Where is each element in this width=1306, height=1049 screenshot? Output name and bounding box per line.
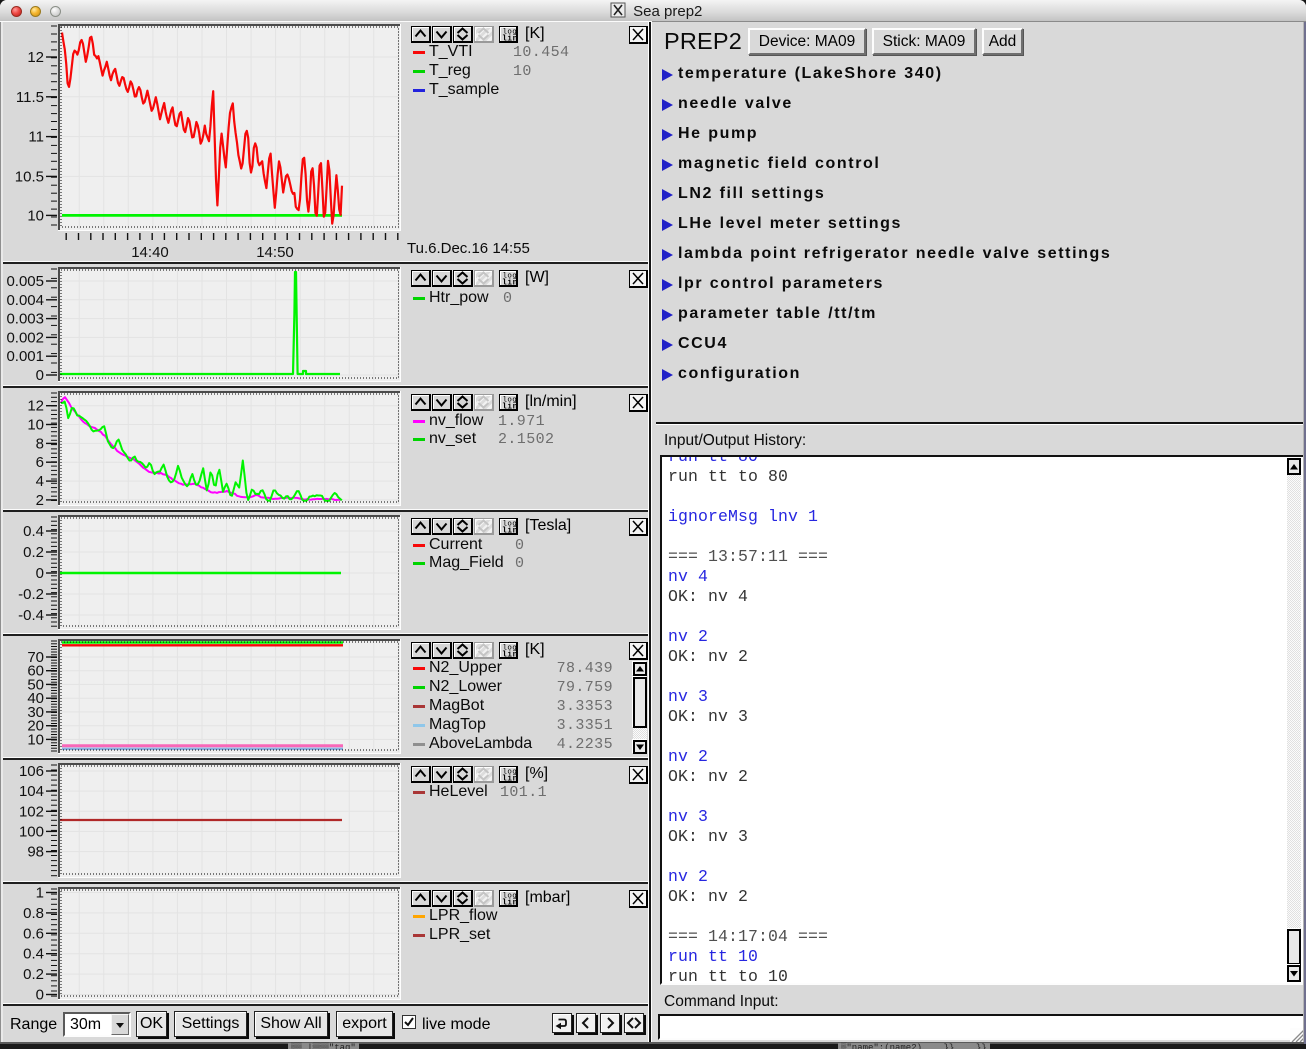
svg-text:14:40: 14:40: [131, 244, 169, 261]
svg-text:0: 0: [36, 367, 44, 384]
svg-text:10.5: 10.5: [15, 168, 44, 185]
svg-text:8: 8: [36, 435, 44, 452]
svg-text:-0.2: -0.2: [18, 586, 44, 603]
svg-text:0.4: 0.4: [23, 523, 44, 540]
svg-text:0: 0: [36, 565, 44, 582]
svg-text:0.005: 0.005: [6, 273, 44, 290]
svg-text:0.003: 0.003: [6, 311, 44, 328]
svg-text:-0.4: -0.4: [18, 607, 44, 624]
svg-text:10: 10: [27, 417, 44, 434]
svg-text:98: 98: [27, 844, 44, 861]
svg-text:0.001: 0.001: [6, 348, 44, 365]
svg-text:10: 10: [27, 731, 44, 748]
svg-text:11.5: 11.5: [16, 89, 44, 106]
svg-text:lin: lin: [502, 527, 517, 534]
svg-text:1: 1: [36, 885, 44, 902]
svg-text:102: 102: [19, 803, 44, 820]
svg-text:0.2: 0.2: [23, 966, 44, 983]
svg-text:12: 12: [27, 398, 44, 415]
svg-text:0.6: 0.6: [23, 925, 44, 942]
svg-text:0.4: 0.4: [23, 946, 44, 963]
svg-text:2: 2: [36, 492, 44, 509]
svg-text:lin: lin: [502, 775, 517, 782]
svg-text:lin: lin: [502, 651, 517, 658]
svg-text:0.004: 0.004: [6, 292, 44, 309]
svg-text:lin: lin: [502, 403, 517, 410]
svg-text:0.2: 0.2: [23, 544, 44, 561]
svg-text:lin: lin: [502, 899, 517, 906]
svg-text:14:50: 14:50: [256, 244, 294, 261]
svg-text:lin: lin: [502, 35, 517, 42]
svg-text:10: 10: [27, 207, 44, 224]
svg-text:4: 4: [36, 473, 44, 490]
svg-text:0.8: 0.8: [23, 905, 44, 922]
svg-text:12: 12: [27, 49, 44, 66]
svg-text:100: 100: [19, 823, 44, 840]
svg-text:11: 11: [28, 129, 44, 146]
svg-text:6: 6: [36, 454, 44, 471]
svg-text:104: 104: [19, 783, 44, 800]
svg-text:0: 0: [36, 987, 44, 1004]
svg-text:106: 106: [19, 763, 44, 780]
svg-text:0.002: 0.002: [6, 329, 44, 346]
svg-text:lin: lin: [502, 279, 517, 286]
